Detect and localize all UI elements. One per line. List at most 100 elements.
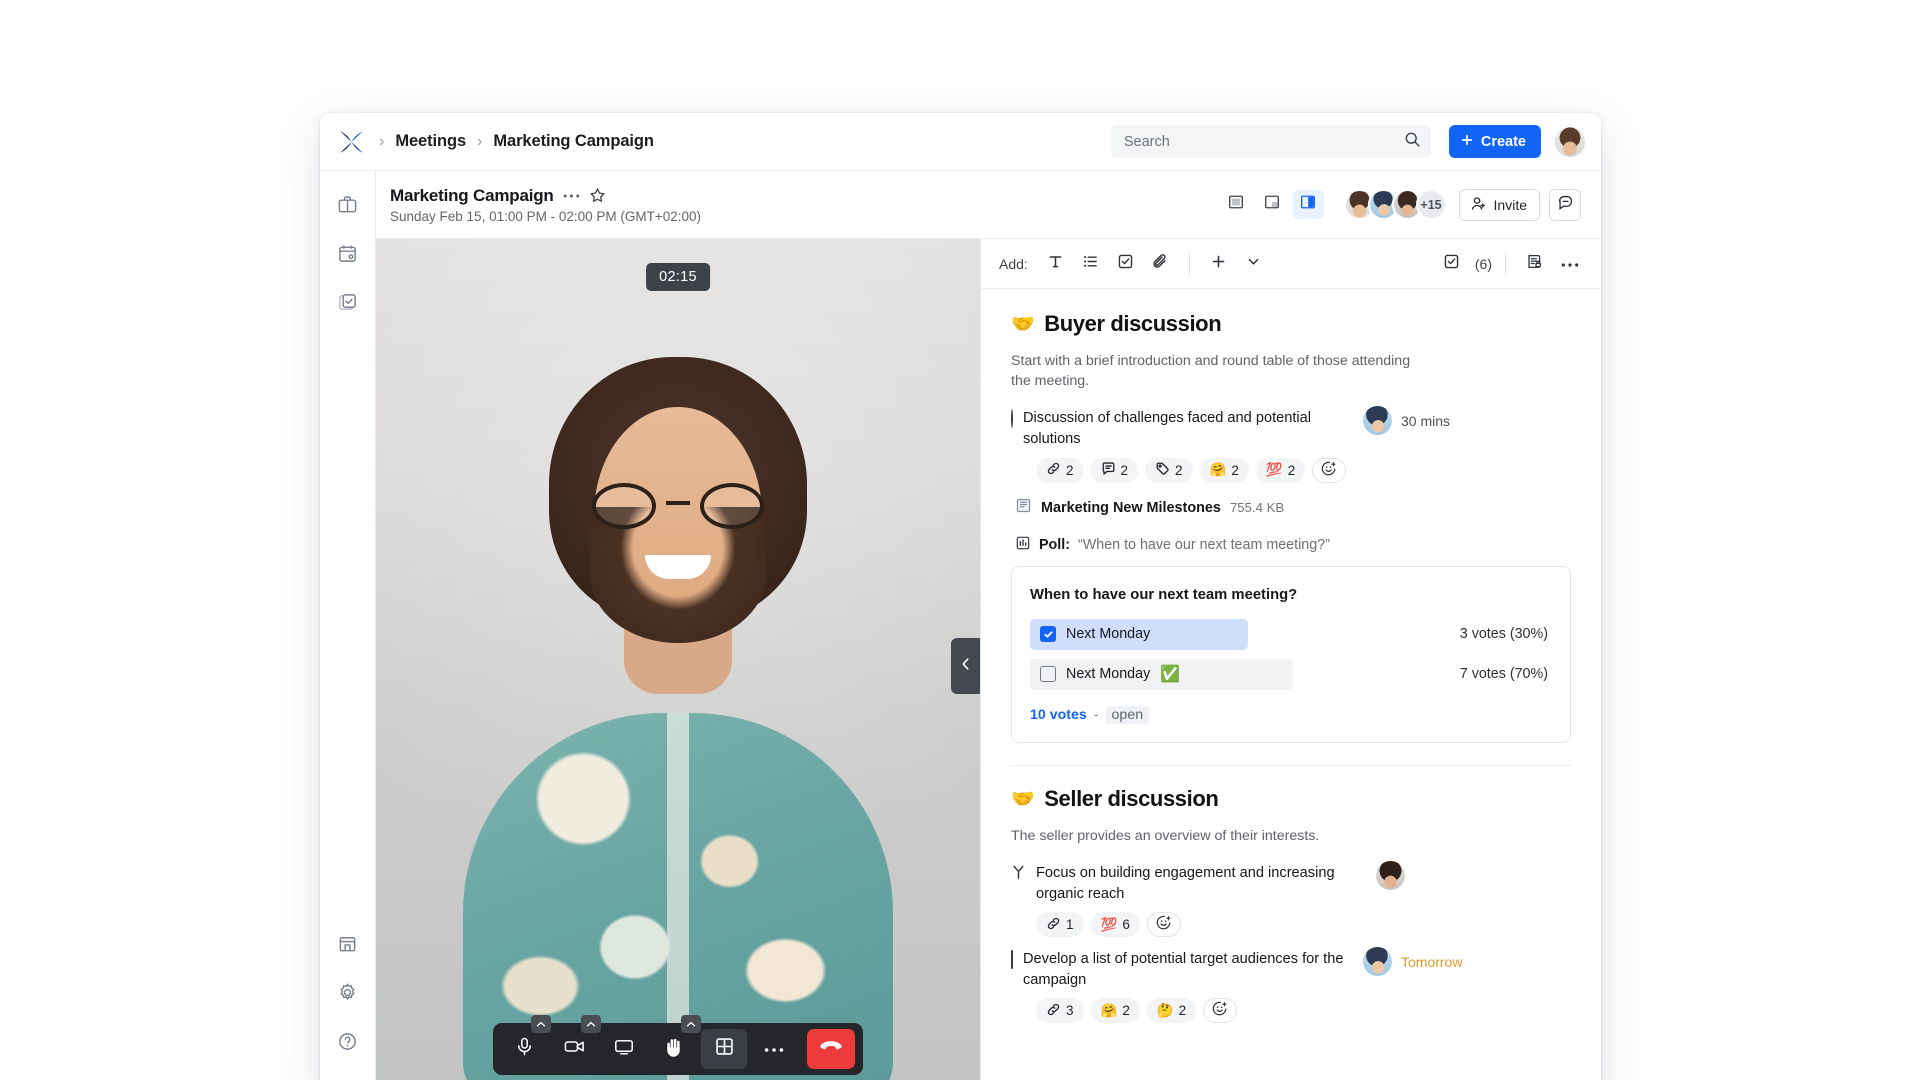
meeting-header: Marketing Campaign xyxy=(376,171,1601,239)
sidebar-item-tasks[interactable] xyxy=(330,287,366,323)
meeting-more-icon[interactable] xyxy=(563,193,580,199)
add-list-button[interactable] xyxy=(1075,248,1106,279)
add-checkbox-button[interactable] xyxy=(1110,248,1141,279)
chip-count: 2 xyxy=(1121,463,1129,478)
breadcrumb-meetings[interactable]: Meetings xyxy=(395,132,466,151)
poll-total-votes[interactable]: 10 votes xyxy=(1030,707,1087,723)
checklist-toggle-button[interactable] xyxy=(1436,248,1467,279)
add-text-button[interactable] xyxy=(1040,248,1071,279)
sidebar-item-calendar[interactable] xyxy=(330,238,366,274)
avatar[interactable] xyxy=(1363,947,1392,976)
list-item[interactable]: Focus on building engagement and increas… xyxy=(1011,863,1571,905)
poll-option-bar[interactable]: Next Monday xyxy=(1030,619,1248,650)
search-input[interactable] xyxy=(1124,134,1404,150)
list-item[interactable]: Discussion of challenges faced and poten… xyxy=(1011,408,1571,450)
chat-button[interactable] xyxy=(1549,189,1581,221)
hug-emoji-icon: 🤗 xyxy=(1210,462,1227,478)
app-logo-icon[interactable] xyxy=(338,128,368,156)
microphone-button[interactable] xyxy=(501,1029,547,1069)
star-outline-icon[interactable] xyxy=(589,187,606,204)
chip-count: 2 xyxy=(1288,463,1296,478)
square-checkbox-icon[interactable] xyxy=(1011,951,1013,969)
section-heading-seller: 🤝 Seller discussion xyxy=(1011,786,1571,812)
sidebar-item-settings[interactable] xyxy=(330,977,366,1013)
poll-label: Poll: xyxy=(1039,537,1070,553)
chip-count: 2 xyxy=(1231,463,1239,478)
avatar[interactable] xyxy=(1376,861,1405,890)
share-screen-button[interactable] xyxy=(601,1029,647,1069)
search-icon[interactable] xyxy=(1404,131,1421,153)
chip-emoji-hug[interactable]: 🤗 2 xyxy=(1091,998,1140,1023)
poll-option[interactable]: Next Monday 3 votes (30%) xyxy=(1030,619,1548,650)
call-controls-bar xyxy=(493,1023,863,1075)
add-reaction-button[interactable] xyxy=(1147,912,1181,937)
chip-emoji-hundred[interactable]: 💯 6 xyxy=(1091,912,1140,937)
poll-option-bar[interactable]: Next Monday ✅ xyxy=(1030,659,1293,690)
add-dropdown-button[interactable] xyxy=(1238,248,1269,279)
chip-comment[interactable]: 2 xyxy=(1091,458,1139,483)
add-more-button[interactable] xyxy=(1203,248,1234,279)
layout-fullscreen-button[interactable] xyxy=(1221,190,1252,219)
avatar[interactable] xyxy=(1363,406,1392,435)
add-reaction-button[interactable] xyxy=(1203,998,1237,1023)
chip-emoji-hug[interactable]: 🤗 2 xyxy=(1200,458,1249,483)
list-item[interactable]: Develop a list of potential target audie… xyxy=(1011,949,1571,991)
poll-option-checkbox[interactable] xyxy=(1040,666,1056,682)
chip-count: 2 xyxy=(1066,463,1074,478)
add-reaction-button[interactable] xyxy=(1312,458,1346,483)
attachment-row[interactable]: Marketing New Milestones 755.4 KB xyxy=(1015,497,1571,519)
toolbar-divider-2 xyxy=(1505,254,1506,274)
poll-option-checkbox[interactable] xyxy=(1040,626,1056,642)
invite-button[interactable]: Invite xyxy=(1459,189,1540,221)
layout-pip-button[interactable] xyxy=(1257,190,1288,219)
create-button[interactable]: Create xyxy=(1449,125,1541,158)
square-icon xyxy=(1227,193,1245,216)
chip-link[interactable]: 1 xyxy=(1036,912,1084,937)
raise-hand-button[interactable] xyxy=(651,1029,697,1069)
participants-overflow-badge[interactable]: +15 xyxy=(1416,189,1447,220)
chip-tag[interactable]: 2 xyxy=(1145,458,1193,483)
monitor-icon xyxy=(613,1036,635,1062)
poll-option-label: Next Monday xyxy=(1066,666,1150,682)
avatar[interactable] xyxy=(1555,127,1585,157)
meeting-title-block: Marketing Campaign xyxy=(390,186,701,224)
top-bar: › Meetings › Marketing Campaign xyxy=(320,113,1601,171)
locked-document-icon xyxy=(1526,253,1543,275)
chip-count: 3 xyxy=(1066,1003,1074,1018)
sidebar-item-marketplace[interactable] xyxy=(330,928,366,964)
circle-bullet-icon[interactable] xyxy=(1011,410,1013,428)
store-icon xyxy=(337,933,358,959)
camera-button[interactable] xyxy=(551,1029,597,1069)
sidebar-item-workspace[interactable] xyxy=(330,189,366,225)
poll-option[interactable]: Next Monday ✅ 7 votes (70%) xyxy=(1030,659,1548,690)
notes-content[interactable]: 🤝 Buyer discussion Start with a brief in… xyxy=(981,289,1601,1080)
notes-more-button[interactable] xyxy=(1554,248,1585,279)
more-options-button[interactable] xyxy=(751,1029,797,1069)
search-box[interactable] xyxy=(1111,125,1431,158)
sidebar-item-help[interactable] xyxy=(330,1026,366,1062)
decision-bullet-icon[interactable] xyxy=(1011,865,1026,885)
end-call-button[interactable] xyxy=(807,1029,855,1069)
private-notes-button[interactable] xyxy=(1519,248,1550,279)
camera-options-caret[interactable] xyxy=(581,1015,601,1033)
layout-split-button[interactable] xyxy=(1293,190,1324,219)
raise-hand-options-caret[interactable] xyxy=(681,1015,701,1033)
grid-layout-button[interactable] xyxy=(701,1029,747,1069)
chip-link[interactable]: 2 xyxy=(1036,458,1084,483)
add-attachment-button[interactable] xyxy=(1145,248,1176,279)
chip-emoji-thinking[interactable]: 🤔 2 xyxy=(1147,998,1196,1023)
section-title: Seller discussion xyxy=(1044,786,1218,812)
meeting-datetime: Sunday Feb 15, 01:00 PM - 02:00 PM (GMT+… xyxy=(390,209,701,224)
list-item-duration: 30 mins xyxy=(1401,413,1450,429)
poll-separator: - xyxy=(1094,707,1099,723)
chip-link[interactable]: 3 xyxy=(1036,998,1084,1023)
link-icon xyxy=(1046,1002,1061,1020)
meeting-title-row: Marketing Campaign xyxy=(390,186,701,206)
add-reaction-icon xyxy=(1156,915,1172,934)
reaction-chips: 2 2 xyxy=(1036,458,1571,483)
layout-button-group xyxy=(1221,190,1324,219)
collapse-panel-button[interactable] xyxy=(951,638,980,694)
breadcrumb-current[interactable]: Marketing Campaign xyxy=(493,132,653,151)
microphone-options-caret[interactable] xyxy=(531,1015,551,1033)
chip-emoji-hundred[interactable]: 💯 2 xyxy=(1256,458,1305,483)
